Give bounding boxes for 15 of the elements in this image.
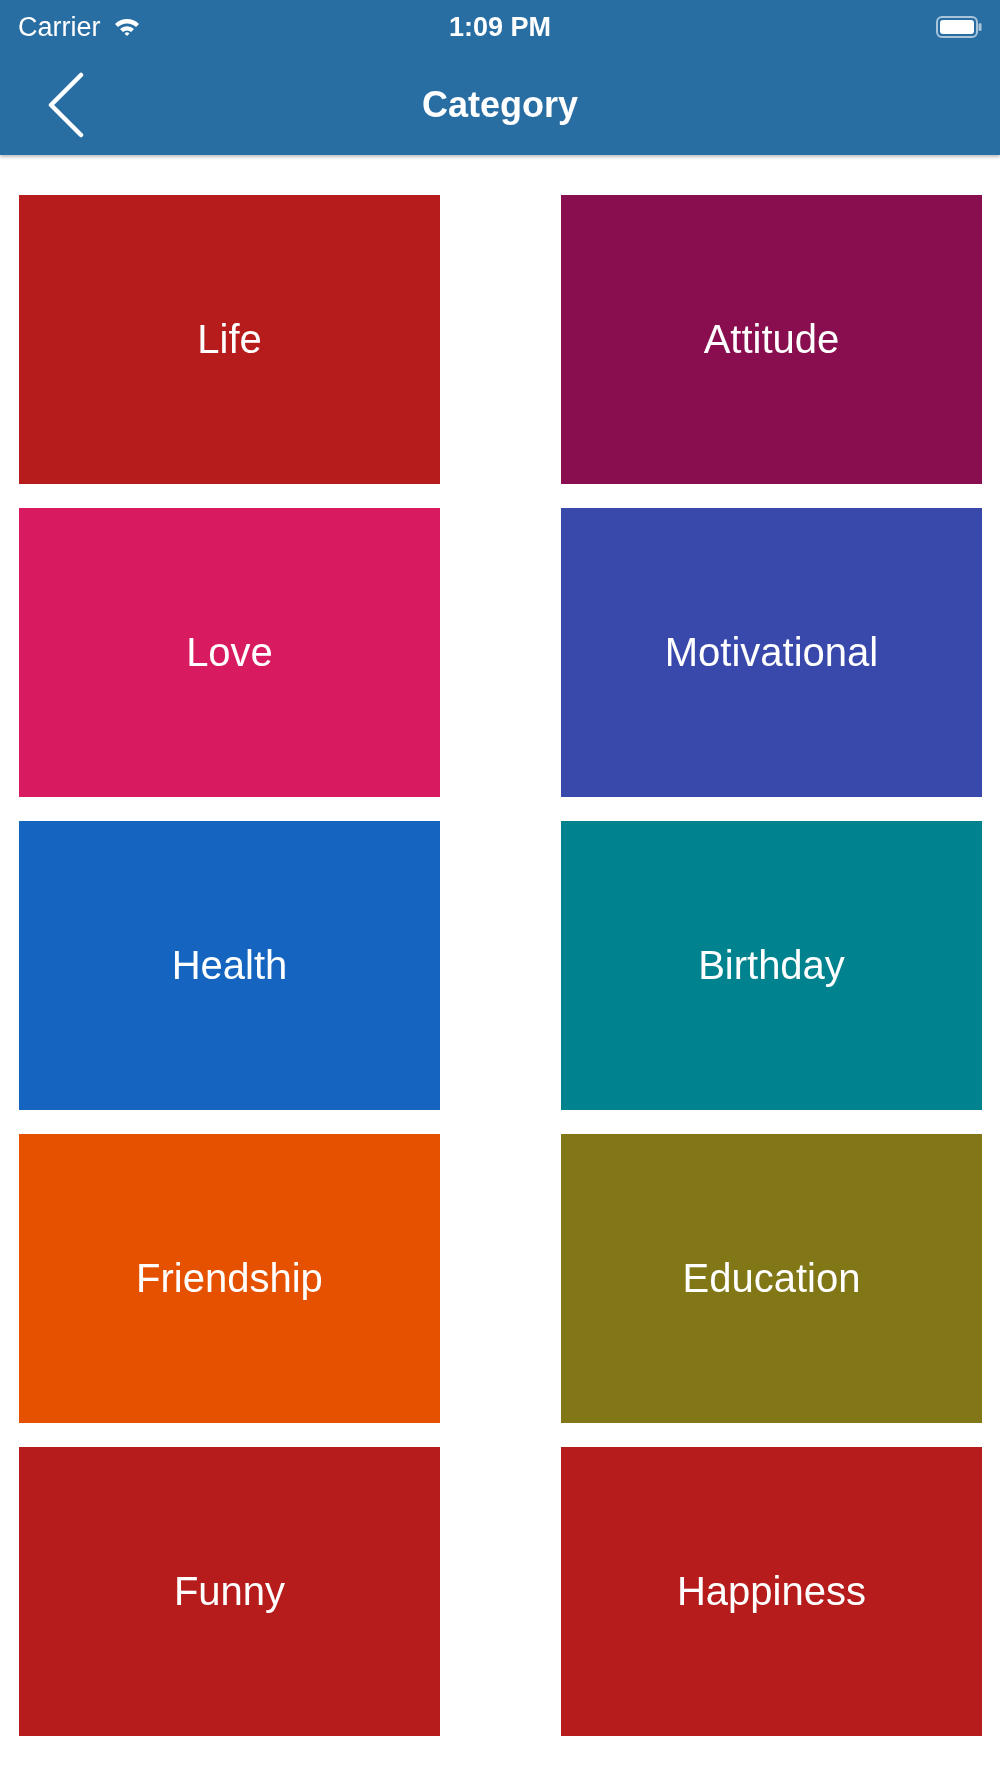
category-tile[interactable]: Love xyxy=(19,508,440,797)
category-tile[interactable]: Health xyxy=(19,821,440,1110)
category-tile[interactable]: Education xyxy=(561,1134,982,1423)
category-tile[interactable]: Happiness xyxy=(561,1447,982,1736)
screen-title: Category xyxy=(422,83,578,126)
carrier-name: Carrier xyxy=(18,11,101,43)
category-tile[interactable]: Attitude xyxy=(561,195,982,484)
category-tile[interactable]: Funny xyxy=(19,1447,440,1736)
back-icon[interactable] xyxy=(46,71,86,138)
category-tile[interactable]: Motivational xyxy=(561,508,982,797)
battery-icon xyxy=(936,16,982,38)
category-tile[interactable]: Friendship xyxy=(19,1134,440,1423)
category-tile[interactable]: Life xyxy=(19,195,440,484)
category-tile[interactable]: Birthday xyxy=(561,821,982,1110)
status-time: 1:09 PM xyxy=(448,11,551,43)
